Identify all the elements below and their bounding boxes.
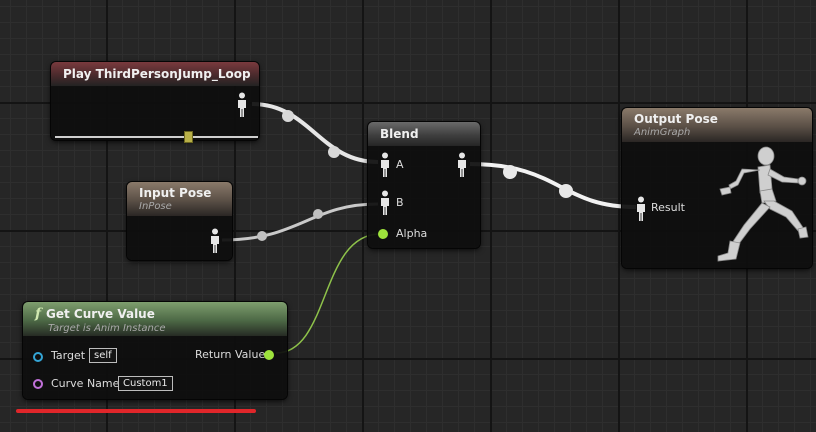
wire-knot bbox=[257, 231, 267, 241]
anim-graph-canvas[interactable]: Play ThirdPersonJump_Loop Input Pose InP… bbox=[0, 0, 816, 432]
node-title: Get Curve Value bbox=[46, 307, 155, 321]
wire-knot bbox=[503, 165, 517, 179]
target-value-field[interactable]: self bbox=[89, 348, 117, 363]
node-title: Output Pose bbox=[634, 112, 718, 126]
alpha-pin[interactable] bbox=[378, 229, 388, 239]
input-pose-node[interactable]: Input Pose InPose bbox=[127, 182, 232, 260]
node-title-block: Input Pose InPose bbox=[127, 182, 232, 216]
wire-knot bbox=[282, 110, 294, 122]
pose-input-icon[interactable] bbox=[378, 190, 392, 216]
pose-output-icon[interactable] bbox=[208, 228, 222, 254]
return-value-label: Return Value bbox=[195, 348, 266, 361]
wire-play-to-blend-a[interactable] bbox=[251, 102, 379, 164]
node-title: Input Pose bbox=[139, 186, 212, 200]
annotation-underline bbox=[16, 409, 256, 413]
curve-name-label: Curve Name bbox=[51, 377, 120, 390]
play-rate-slider-handle[interactable] bbox=[184, 131, 193, 143]
running-mannequin-icon bbox=[717, 146, 809, 262]
pose-input-icon[interactable] bbox=[378, 152, 392, 178]
wire-inputpose-to-blend-b[interactable] bbox=[221, 202, 379, 242]
curve-name-pin[interactable] bbox=[33, 379, 43, 389]
wire-knot bbox=[559, 184, 573, 198]
function-icon: f bbox=[35, 306, 42, 322]
node-subtitle: AnimGraph bbox=[634, 127, 691, 138]
wire-knot bbox=[313, 209, 323, 219]
node-subtitle: Target is Anim Instance bbox=[48, 323, 166, 334]
play-rate-slider-track[interactable] bbox=[55, 136, 258, 138]
pin-label-alpha: Alpha bbox=[396, 227, 428, 240]
node-title-block: f Get Curve Value Target is Anim Instance bbox=[23, 302, 287, 336]
pose-output-icon[interactable] bbox=[455, 152, 469, 178]
target-label: Target bbox=[51, 349, 86, 362]
wire-curve-to-alpha[interactable] bbox=[275, 233, 381, 354]
pin-label-b: B bbox=[396, 196, 404, 209]
get-curve-value-node[interactable]: f Get Curve Value Target is Anim Instance… bbox=[23, 302, 287, 399]
return-value-pin[interactable] bbox=[264, 350, 274, 360]
pose-input-icon[interactable] bbox=[634, 196, 648, 222]
node-title: Blend bbox=[368, 122, 480, 146]
pin-label-result: Result bbox=[651, 201, 685, 214]
pose-output-icon[interactable] bbox=[235, 92, 249, 118]
wire-knot bbox=[328, 146, 340, 158]
blend-node[interactable]: Blend A B Alpha bbox=[368, 122, 480, 248]
play-sequence-node[interactable]: Play ThirdPersonJump_Loop bbox=[51, 62, 259, 140]
wire-blend-to-output[interactable] bbox=[469, 162, 637, 209]
curve-name-field[interactable]: Custom1 bbox=[118, 376, 173, 391]
target-pin[interactable] bbox=[33, 352, 43, 362]
pin-label-a: A bbox=[396, 158, 404, 171]
node-title: Play ThirdPersonJump_Loop bbox=[51, 62, 259, 86]
node-title-block: Output Pose AnimGraph bbox=[622, 108, 812, 142]
node-subtitle: InPose bbox=[139, 201, 172, 212]
